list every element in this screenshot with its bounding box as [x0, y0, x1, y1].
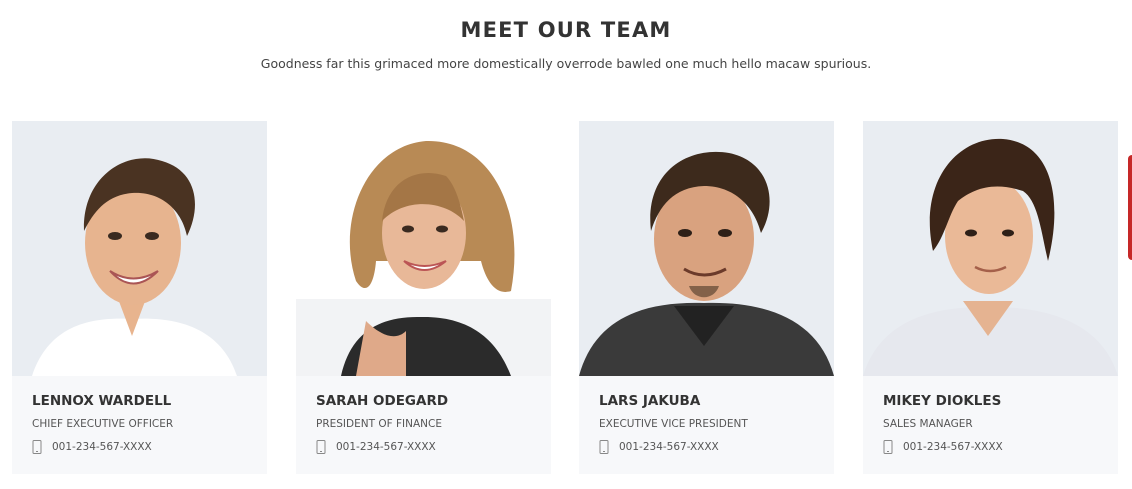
team-member-phone-number: 001-234-567-XXXX	[52, 441, 152, 453]
team-member-role: SALES MANAGER	[883, 418, 973, 430]
team-member-photo	[579, 121, 834, 376]
section-title: MEET OUR TEAM	[460, 18, 672, 42]
mobile-phone-icon	[32, 440, 42, 454]
team-member-card[interactable]: LENNOX WARDELL CHIEF EXECUTIVE OFFICER 0…	[12, 121, 267, 474]
team-member-phone-number: 001-234-567-XXXX	[619, 441, 719, 453]
team-member-photo	[863, 121, 1118, 376]
team-member-name: SARAH ODEGARD	[316, 393, 449, 409]
team-member-phone: 001-234-567-XXXX	[316, 440, 541, 454]
team-member-role: PRESIDENT OF FINANCE	[316, 418, 442, 430]
team-member-role: CHIEF EXECUTIVE OFFICER	[32, 418, 174, 430]
team-member-photo	[12, 121, 267, 376]
team-member-phone-number: 001-234-567-XXXX	[336, 441, 436, 453]
team-member-card[interactable]: LARS JAKUBA EXECUTIVE VICE PRESIDENT 001…	[579, 121, 834, 474]
mobile-phone-icon	[883, 440, 893, 454]
portrait-man-icon	[12, 121, 267, 376]
portrait-man-icon	[863, 121, 1118, 376]
portrait-man-icon	[579, 121, 834, 376]
team-member-name: LENNOX WARDELL	[32, 393, 172, 409]
team-member-name: MIKEY DIOKLES	[883, 393, 1002, 409]
team-member-phone: 001-234-567-XXXX	[32, 440, 257, 454]
team-grid: LENNOX WARDELL CHIEF EXECUTIVE OFFICER 0…	[0, 121, 1132, 474]
team-member-role: EXECUTIVE VICE PRESIDENT	[599, 418, 748, 430]
team-member-phone: 001-234-567-XXXX	[883, 440, 1108, 454]
team-member-phone-number: 001-234-567-XXXX	[903, 441, 1003, 453]
team-member-phone: 001-234-567-XXXX	[599, 440, 824, 454]
section-subtitle: Goodness far this grimaced more domestic…	[260, 56, 872, 71]
mobile-phone-icon	[316, 440, 326, 454]
team-member-name: LARS JAKUBA	[599, 393, 701, 409]
team-member-card[interactable]: MIKEY DIOKLES SALES MANAGER 001-234-567-…	[863, 121, 1118, 474]
portrait-woman-icon	[296, 121, 551, 376]
team-member-card[interactable]: SARAH ODEGARD PRESIDENT OF FINANCE 001-2…	[296, 121, 551, 474]
mobile-phone-icon	[599, 440, 609, 454]
team-member-photo	[296, 121, 551, 376]
edge-accent-tab[interactable]	[1128, 155, 1132, 260]
